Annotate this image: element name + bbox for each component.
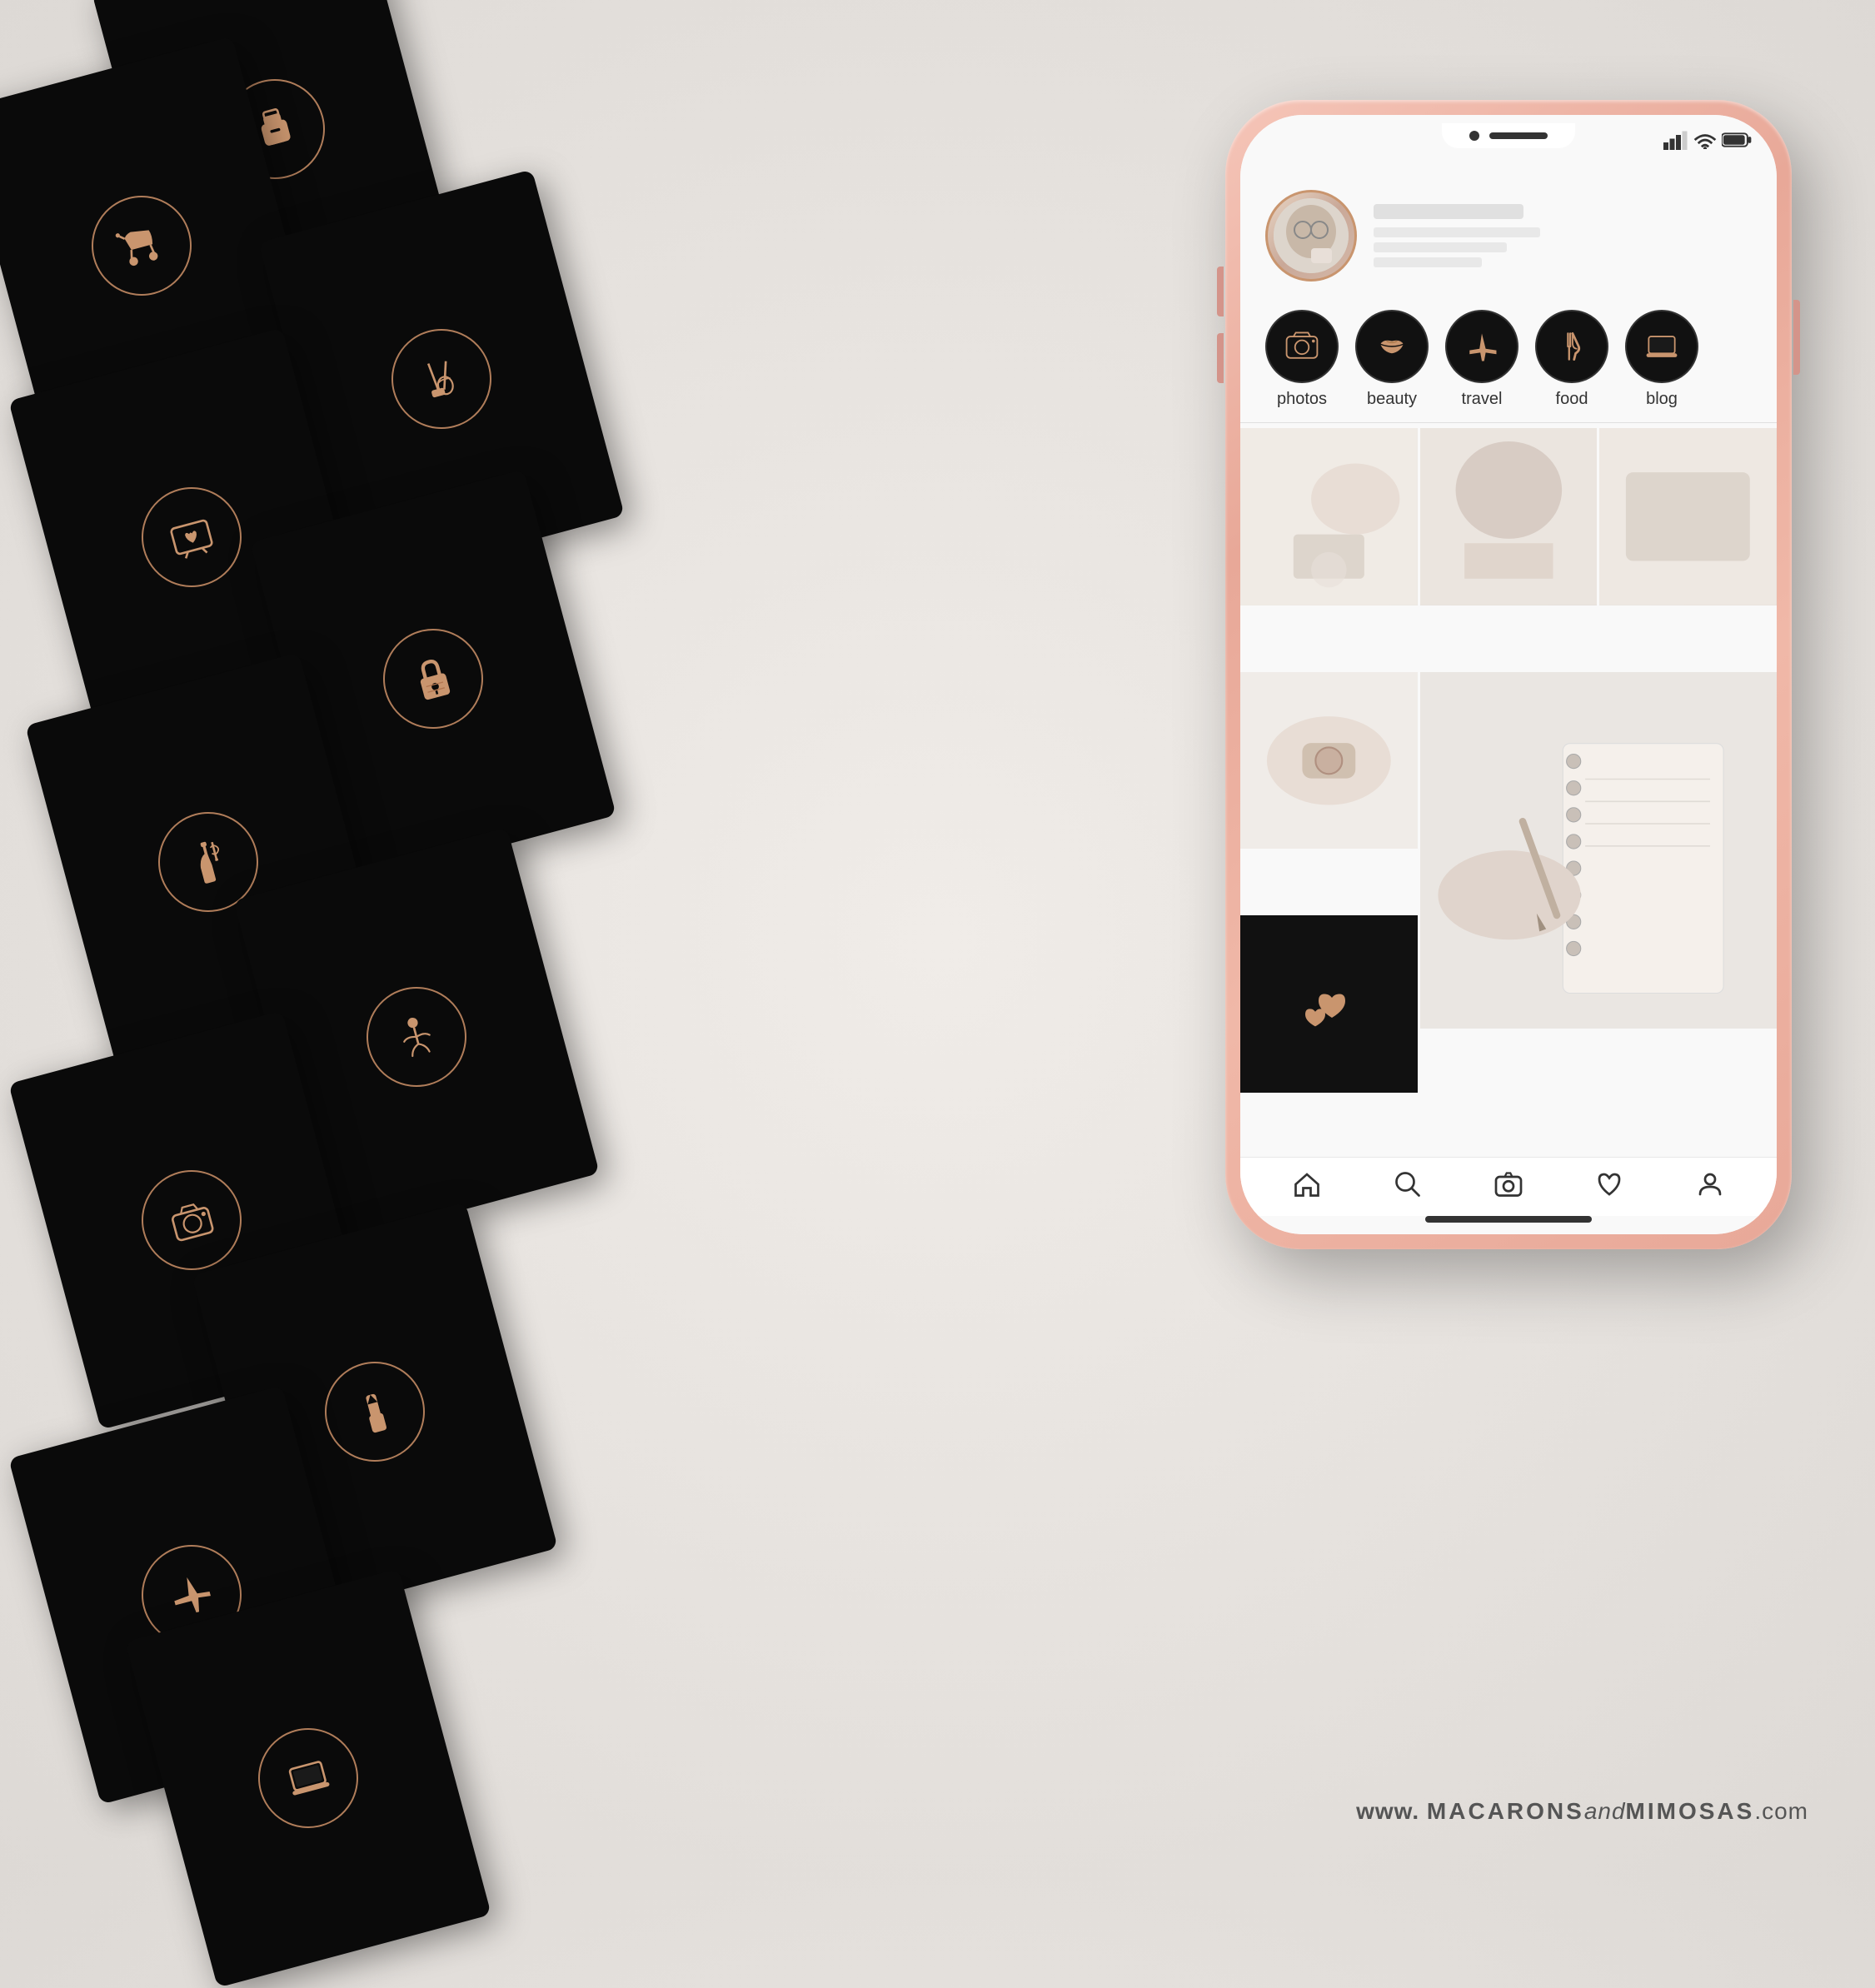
notch (1442, 123, 1575, 148)
yoga-icon (381, 1001, 452, 1073)
highlight-blog[interactable]: blog (1625, 310, 1698, 409)
camera-icon (156, 1184, 227, 1256)
icon-circle-extra2 (314, 1351, 436, 1473)
highlight-label-blog: blog (1646, 390, 1678, 409)
grid-photo-1 (1240, 428, 1418, 605)
watermark: www. MACARONSandMIMOSAS.com (1356, 1798, 1808, 1825)
highlight-beauty[interactable]: beauty (1355, 310, 1429, 409)
highlight-camera-icon (1283, 327, 1321, 366)
ig-bio-line3 (1374, 257, 1482, 267)
laptop-icon (272, 1742, 344, 1814)
phone-screen: photos beauty (1240, 115, 1777, 1234)
power-button (1793, 300, 1800, 375)
signal-icon (1663, 130, 1688, 150)
lipstick-icon (339, 1376, 411, 1447)
nav-search-icon[interactable] (1393, 1169, 1423, 1199)
status-bar-area (1240, 115, 1777, 173)
tv-icon (156, 501, 227, 573)
ig-avatar (1265, 190, 1357, 282)
front-camera (1469, 131, 1479, 141)
nav-heart-icon[interactable] (1594, 1169, 1624, 1199)
icon-circle-lock (372, 618, 495, 740)
grid-photo-4 (1240, 672, 1418, 850)
brand-suffix: .com (1754, 1798, 1808, 1824)
wine-icon (172, 826, 244, 898)
ig-bio-line2 (1374, 242, 1507, 252)
ig-grid-divider (1240, 422, 1777, 423)
ig-highlights-row: photos beauty (1240, 301, 1777, 417)
grid-photo-writing (1420, 672, 1777, 1029)
grid-photo-svg-2 (1420, 428, 1598, 605)
hearts-svg (1295, 971, 1362, 1038)
grid-photo-3 (1599, 428, 1777, 605)
speaker (1489, 132, 1548, 139)
battery-icon (1722, 131, 1752, 149)
brand-name-bold2: MIMOSAS (1626, 1798, 1755, 1824)
phone-mockup: photos beauty (1225, 100, 1792, 1249)
avatar-photo (1274, 198, 1349, 273)
ig-photo-grid (1240, 428, 1777, 1157)
home-indicator (1425, 1216, 1592, 1223)
grid-writing-svg (1420, 672, 1777, 1029)
icon-circle-extra4 (247, 1717, 370, 1840)
ig-avatar-image (1274, 198, 1349, 273)
whisk-icon (406, 343, 477, 415)
nav-camera-icon[interactable] (1494, 1169, 1523, 1199)
highlight-circle-beauty (1355, 310, 1429, 383)
volume-up-button (1217, 267, 1224, 316)
highlight-photos[interactable]: photos (1265, 310, 1339, 409)
highlight-circle-photos (1265, 310, 1339, 383)
ig-profile-row (1265, 190, 1752, 282)
brand-name-light: and (1584, 1798, 1626, 1824)
icon-circle-whisk (381, 318, 503, 441)
highlight-label-beauty: beauty (1367, 390, 1417, 409)
highlight-circle-travel (1445, 310, 1518, 383)
ig-stats-area (1374, 204, 1752, 267)
grid-photo-svg-4 (1240, 672, 1418, 850)
ig-bio-line1 (1374, 227, 1540, 237)
status-icons (1663, 130, 1752, 150)
icon-circle-tv (131, 476, 253, 599)
wifi-icon (1693, 131, 1717, 149)
highlight-label-photos: photos (1277, 390, 1327, 409)
grid-photo-2 (1420, 428, 1598, 605)
ig-profile-section (1240, 173, 1777, 301)
volume-down-button (1217, 333, 1224, 383)
highlight-circle-blog (1625, 310, 1698, 383)
highlight-food[interactable]: food (1535, 310, 1608, 409)
ig-username-placeholder (1374, 204, 1523, 219)
lock-icon (397, 643, 469, 715)
stroller-icon (106, 210, 177, 282)
highlight-lips-icon (1373, 327, 1411, 366)
highlight-laptop-icon (1643, 327, 1681, 366)
brand-name-bold1: MACARONS (1427, 1798, 1584, 1824)
icon-circle-yoga (356, 976, 478, 1099)
nav-profile-icon[interactable] (1695, 1169, 1725, 1199)
card-extra4 (125, 1568, 491, 1987)
highlight-label-food: food (1556, 390, 1588, 409)
watermark-text: www. MACARONSandMIMOSAS.com (1356, 1798, 1808, 1824)
ig-bottom-nav (1240, 1157, 1777, 1216)
ig-bio-area (1374, 227, 1752, 267)
phone-screen-area: photos beauty (1240, 115, 1777, 1234)
nav-home-icon[interactable] (1292, 1169, 1322, 1199)
highlight-circle-food (1535, 310, 1608, 383)
phone-outer: photos beauty (1225, 100, 1792, 1249)
grid-photo-svg-3 (1599, 428, 1777, 605)
highlight-travel[interactable]: travel (1445, 310, 1518, 409)
highlight-airplane-icon (1463, 327, 1501, 366)
icon-circle-stroller (81, 185, 203, 307)
highlight-fork-icon (1553, 327, 1591, 366)
grid-photo-svg-1 (1240, 428, 1418, 605)
highlight-label-travel: travel (1462, 390, 1503, 409)
grid-hearts (1240, 915, 1418, 1093)
